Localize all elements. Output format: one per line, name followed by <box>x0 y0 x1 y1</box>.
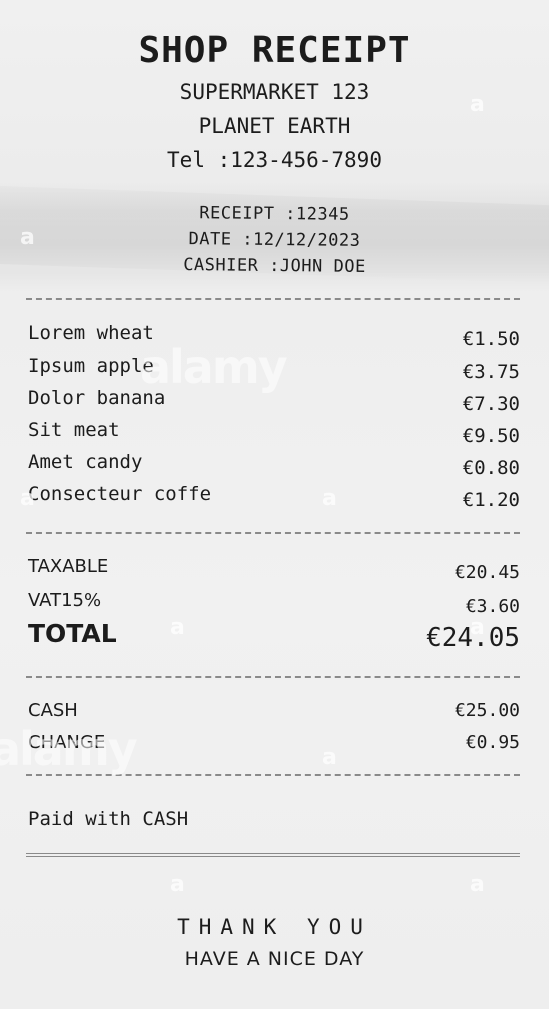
total-value: €24.05 <box>426 623 520 653</box>
cash-value: €25.00 <box>454 700 520 721</box>
divider <box>26 676 520 678</box>
receipt: SHOP RECEIPT SUPERMARKET 123 PLANET EART… <box>0 0 549 1009</box>
item-name: Dolor banana <box>28 387 166 409</box>
item-name: Ipsum apple <box>28 355 154 377</box>
store-phone: Tel :123-456-7890 <box>167 148 382 172</box>
vat-value: €3.60 <box>465 596 520 617</box>
double-divider <box>26 853 520 857</box>
watermark-logo: alamy <box>140 340 288 394</box>
watermark-icon: a <box>322 745 337 770</box>
divider <box>26 532 520 534</box>
total-label: TOTAL <box>28 619 117 648</box>
item-price: €9.50 <box>462 425 520 447</box>
payment-method: Paid with CASH <box>28 808 189 830</box>
taxable-label: TAXABLE <box>28 556 109 577</box>
divider <box>26 774 520 776</box>
item-price: €7.30 <box>462 393 520 415</box>
change-value: €0.95 <box>465 732 520 753</box>
nice-day-text: HAVE A NICE DAY <box>184 948 365 970</box>
item-price: €3.75 <box>462 361 520 383</box>
change-label: CHANGE <box>28 732 106 753</box>
cash-label: CASH <box>28 700 78 721</box>
divider <box>26 298 520 300</box>
item-price: €0.80 <box>462 457 520 479</box>
vat-label: VAT15% <box>28 590 102 611</box>
watermark-icon: a <box>170 872 185 897</box>
store-location: PLANET EARTH <box>198 114 351 138</box>
taxable-value: €20.45 <box>454 562 520 583</box>
item-name: Lorem wheat <box>28 322 154 344</box>
watermark-icon: a <box>170 615 185 640</box>
item-price: €1.20 <box>462 489 520 511</box>
store-name: SUPERMARKET 123 <box>179 80 370 104</box>
item-name: Amet candy <box>28 451 143 473</box>
thank-you-text: THANK YOU <box>177 915 372 939</box>
watermark-icon: a <box>322 486 337 511</box>
item-name: Consecteur coffe <box>28 483 212 505</box>
item-price: €1.50 <box>462 328 520 350</box>
item-name: Sit meat <box>28 419 120 441</box>
watermark-icon: a <box>470 872 485 897</box>
receipt-title: SHOP RECEIPT <box>138 30 411 71</box>
